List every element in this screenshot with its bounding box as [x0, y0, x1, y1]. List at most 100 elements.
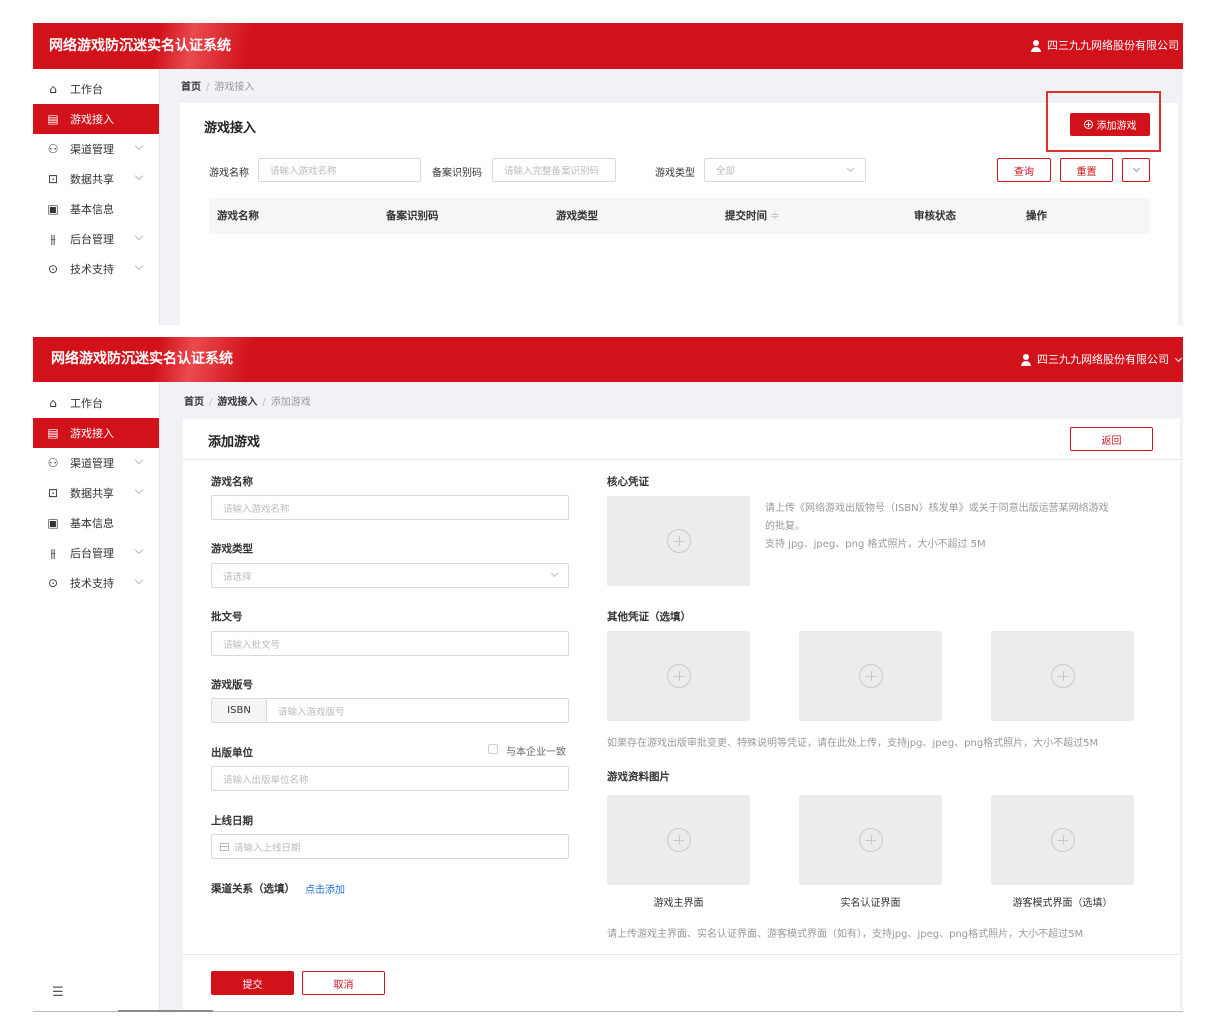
query-button[interactable]: 查询 [997, 158, 1051, 182]
same-company-label[interactable]: 与本企业一致 [506, 743, 566, 758]
col-actions: 操作 [1026, 210, 1047, 222]
approval-no-input[interactable]: 请输入批文号 [211, 631, 569, 656]
sidebar-item-data-share[interactable]: ⊡ 数据共享 [33, 478, 159, 508]
horizontal-scrollbar-thumb[interactable] [118, 1010, 213, 1012]
app-title: 网络游戏防沉迷实名认证系统 [51, 351, 233, 367]
sort-icon[interactable]: ≑ [771, 210, 780, 222]
add-channel-link[interactable]: 点击添加 [305, 881, 345, 896]
isbn-prefix: ISBN [212, 699, 267, 722]
calendar-icon [220, 842, 229, 851]
launch-date-picker[interactable]: 请输入上线日期 [211, 834, 569, 859]
main-screen-upload[interactable] [607, 795, 750, 885]
sidebar: ⌂ 工作台 ▤ 游戏接入 ⚇ 渠道管理 ⊡ 数据共享 ▣ 基本信息 ⫵ 后台管理 ⊙ 技术支持… [33, 382, 160, 1010]
real-name-screen-upload[interactable] [799, 795, 942, 885]
sidebar-item-basic-info[interactable]: ▣ 基本信息 [33, 194, 159, 224]
game-type-select[interactable]: 全部 [704, 158, 866, 182]
header-divider [183, 459, 1180, 460]
sidebar-item-game-access[interactable]: ▤ 游戏接入 [33, 418, 159, 448]
sidebar-item-data-share[interactable]: ⊡ 数据共享 [33, 164, 159, 194]
sidebar-item-admin[interactable]: ⫵ 后台管理 [33, 538, 159, 568]
add-game-card: 添加游戏 返回 游戏名称 请输入游戏名称 游戏类型 请选择 批文号 请输入批文号… [183, 419, 1180, 1010]
sidebar-item-workbench[interactable]: ⌂ 工作台 [33, 74, 159, 104]
breadcrumb-home[interactable]: 首页 [184, 397, 204, 408]
company-name: 四三九九网络股份有限公司 [1037, 353, 1169, 366]
sidebar-item-channel[interactable]: ⚇ 渠道管理 [33, 134, 159, 164]
col-game-name: 游戏名称 [217, 210, 259, 222]
breadcrumb: 首页 / 游戏接入 [181, 82, 255, 93]
submit-button[interactable]: 提交 [211, 971, 294, 995]
channel-icon: ⚇ [47, 456, 59, 470]
support-icon: ⊙ [47, 576, 59, 590]
main-screen-caption: 游戏主界面 [653, 898, 704, 909]
reset-button[interactable]: 重置 [1060, 158, 1113, 182]
breadcrumb-parent[interactable]: 游戏接入 [217, 397, 257, 408]
core-credential-note-2: 的批复。 [765, 521, 805, 532]
approval-no-label: 批文号 [211, 611, 243, 623]
collapse-menu-icon[interactable]: ☰ [52, 985, 64, 1000]
game-name-input[interactable]: 请输入游戏名称 [211, 495, 569, 520]
user-icon [1030, 40, 1042, 52]
plus-icon [858, 828, 883, 852]
user-icon [1020, 353, 1032, 366]
guest-mode-screen-upload[interactable] [991, 795, 1134, 885]
plus-icon [666, 828, 691, 852]
sidebar-item-workbench[interactable]: ⌂ 工作台 [33, 388, 159, 418]
other-credential-upload-1[interactable] [607, 631, 750, 721]
page-title: 游戏接入 [204, 121, 257, 136]
sidebar-item-channel[interactable]: ⚇ 渠道管理 [33, 448, 159, 478]
core-credential-note-3: 支持 jpg、jpeg、png 格式照片，大小不超过 5M [765, 539, 986, 550]
game-type-label: 游戏类型 [655, 168, 695, 179]
version-no-input[interactable]: ISBN 请输入游戏版号 [211, 698, 569, 723]
game-list-screen: 网络游戏防沉迷实名认证系统 四三九九网络股份有限公司 ⌂ 工作台 ▤ 游戏接入 ⚇ 渠… [33, 23, 1183, 325]
sidebar-item-game-access[interactable]: ▤ 游戏接入 [33, 104, 159, 134]
table-header: 游戏名称 备案识别码 游戏类型 提交时间 ≑ 审核状态 操作 [209, 198, 1150, 234]
chevron-down-icon [134, 261, 144, 271]
breadcrumb-current: 游戏接入 [214, 82, 255, 93]
game-type-select[interactable]: 请选择 [211, 563, 569, 588]
sidebar-item-support[interactable]: ⊙ 技术支持 [33, 568, 159, 598]
admin-icon: ⫵ [50, 232, 56, 246]
page-title: 添加游戏 [208, 435, 261, 450]
plus-icon [858, 664, 883, 688]
share-icon: ⊡ [47, 486, 59, 500]
breadcrumb-home[interactable]: 首页 [181, 82, 201, 93]
top-bar: 网络游戏防沉迷实名认证系统 四三九九网络股份有限公司 [33, 337, 1183, 382]
core-credential-upload[interactable] [607, 496, 750, 586]
back-button[interactable]: 返回 [1070, 427, 1153, 451]
chevron-down-icon [1174, 354, 1183, 362]
user-menu[interactable]: 四三九九网络股份有限公司 [1030, 23, 1179, 69]
sidebar-item-basic-info[interactable]: ▣ 基本信息 [33, 508, 159, 538]
cancel-button[interactable]: 取消 [302, 971, 385, 995]
plus-icon [666, 664, 691, 688]
chevron-down-icon [134, 455, 144, 465]
chevron-down-icon [846, 164, 855, 173]
game-images-label: 游戏资料图片 [607, 771, 670, 783]
add-game-screen: 网络游戏防沉迷实名认证系统 四三九九网络股份有限公司 ⌂ 工作台 ▤ 游戏接入 ⚇ 渠… [33, 337, 1183, 1010]
chevron-down-icon [134, 575, 144, 585]
expand-filters-button[interactable] [1122, 158, 1150, 182]
publisher-input[interactable]: 请输入出版单位名称 [211, 766, 569, 791]
app-title: 网络游戏防沉迷实名认证系统 [49, 38, 231, 54]
version-no-label: 游戏版号 [211, 679, 253, 691]
info-icon: ▣ [47, 516, 59, 530]
sidebar-item-support[interactable]: ⊙ 技术支持 [33, 254, 159, 284]
other-credential-label: 其他凭证（选填） [607, 611, 691, 623]
plus-icon [1050, 664, 1075, 688]
col-submit-time[interactable]: 提交时间 ≑ [725, 198, 779, 234]
same-company-checkbox[interactable] [488, 744, 498, 754]
sidebar-item-admin[interactable]: ⫵ 后台管理 [33, 224, 159, 254]
plus-icon [666, 529, 691, 553]
other-credential-upload-2[interactable] [799, 631, 942, 721]
other-credential-upload-3[interactable] [991, 631, 1134, 721]
user-menu[interactable]: 四三九九网络股份有限公司 [1020, 337, 1183, 382]
admin-icon: ⫵ [50, 546, 56, 560]
real-name-screen-caption: 实名认证界面 [840, 898, 901, 909]
record-code-input[interactable]: 请输入完整备案识别码 [492, 158, 616, 182]
launch-date-label: 上线日期 [211, 815, 253, 827]
chevron-down-icon [134, 141, 144, 151]
col-review-status: 审核状态 [914, 210, 956, 222]
game-name-input[interactable]: 请输入游戏名称 [258, 158, 421, 182]
breadcrumb-current: 添加游戏 [270, 397, 311, 408]
chevron-down-icon [1132, 164, 1141, 173]
support-icon: ⊙ [47, 262, 59, 276]
